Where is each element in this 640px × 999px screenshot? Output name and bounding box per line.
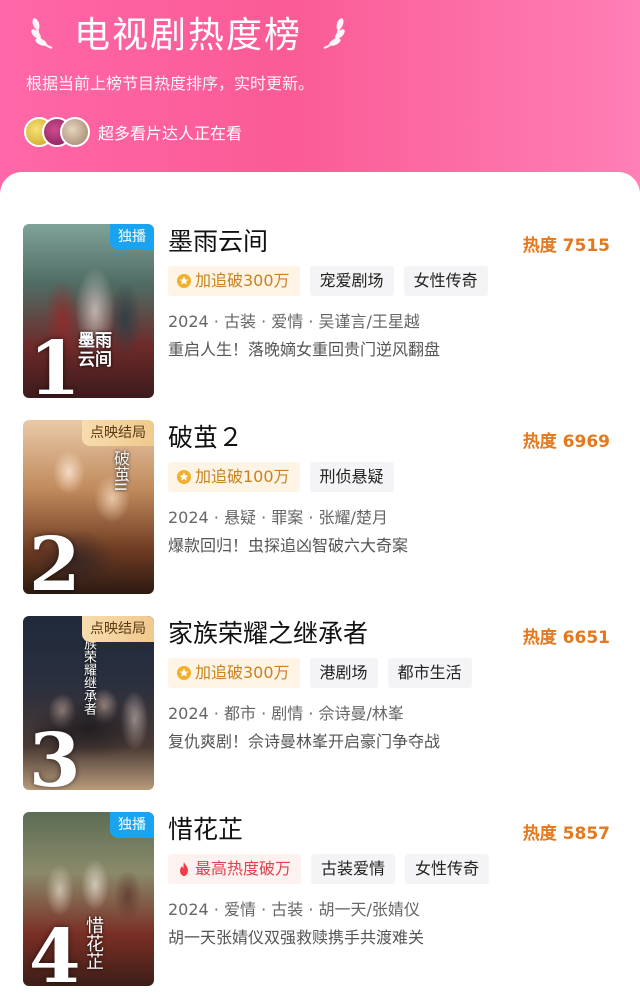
follow-tag-label: 加追破300万	[195, 271, 290, 290]
heat-score: 热度 6969	[522, 432, 610, 452]
avatar	[60, 117, 90, 147]
list-item[interactable]: 破茧II 2 点映结局 破茧２ 热度 6969 加追破100万 刑侦悬疑 202…	[0, 420, 640, 598]
category-tag[interactable]: 女性传奇	[403, 266, 488, 296]
viewers-text: 超多看片达人正在看	[98, 124, 243, 143]
list-item[interactable]: 墨雨云间 1 独播 墨雨云间 热度 7515 加追破300万 宠爱剧场 女性传奇…	[0, 224, 640, 402]
rank-number: 4	[29, 914, 81, 986]
category-tag[interactable]: 都市生活	[387, 658, 472, 688]
tag-row: 加追破300万 港剧场 都市生活	[168, 658, 472, 688]
exclusive-badge: 独播	[110, 812, 154, 838]
heat-score: 热度 6651	[522, 628, 610, 648]
rank-number: 3	[29, 718, 81, 790]
follow-tag-label: 加追破300万	[195, 663, 290, 682]
category-tag[interactable]: 宠爱剧场	[309, 266, 394, 296]
laurel-left-icon	[31, 18, 53, 49]
category-tag[interactable]: 女性传奇	[405, 854, 490, 884]
show-title[interactable]: 墨雨云间	[168, 226, 268, 258]
poster-image[interactable]: 破茧II 2 点映结局	[23, 420, 154, 594]
show-description: 胡一天张婧仪双强救赎携手共渡难关	[168, 928, 425, 947]
poster-caption: 破茧II	[111, 450, 130, 492]
list-item[interactable]: 家族荣耀继承者 3 点映结局 家族荣耀之继承者 热度 6651 加追破300万 …	[0, 616, 640, 794]
show-description: 复仇爽剧！佘诗曼林峯开启豪门争夺战	[168, 732, 441, 751]
rank-number: 1	[29, 326, 81, 398]
follow-tag[interactable]: 加追破100万	[168, 462, 300, 492]
exclusive-badge: 独播	[110, 224, 154, 250]
show-meta: 2024 · 爱情 · 古装 · 胡一天/张婧仪	[168, 900, 420, 919]
tag-row: 加追破300万 宠爱剧场 女性传奇	[168, 266, 488, 296]
viewer-avatars	[24, 117, 96, 147]
hot-tag-label: 最高热度破万	[195, 859, 292, 878]
show-meta: 2024 · 悬疑 · 罪案 · 张耀/楚月	[168, 508, 388, 527]
show-title[interactable]: 破茧２	[168, 422, 243, 454]
heat-score: 热度 5857	[522, 824, 610, 844]
show-title[interactable]: 家族荣耀之继承者	[168, 618, 368, 650]
rank-number: 2	[29, 522, 81, 594]
star-coin-icon	[177, 470, 191, 484]
flame-icon	[180, 862, 188, 876]
header-title-row: 电视剧热度榜	[30, 6, 346, 58]
poster-image[interactable]: 惜花芷 4 独播	[23, 812, 154, 986]
star-coin-icon	[177, 274, 191, 288]
tag-row: 最高热度破万 古装爱情 女性传奇	[168, 854, 490, 884]
follow-tag[interactable]: 加追破300万	[168, 658, 300, 688]
viewers-row: 超多看片达人正在看	[24, 116, 242, 148]
follow-tag[interactable]: 加追破300万	[168, 266, 300, 296]
finale-badge: 点映结局	[82, 420, 154, 446]
header-banner: 电视剧热度榜 根据当前上榜节目热度排序，实时更新。 超多看片达人正在看	[0, 0, 640, 200]
heat-score: 热度 7515	[522, 236, 610, 256]
follow-tag-label: 加追破100万	[195, 467, 290, 486]
hot-tag[interactable]: 最高热度破万	[168, 854, 302, 884]
tag-row: 加追破100万 刑侦悬疑	[168, 462, 394, 492]
show-description: 重启人生！落晚嫡女重回贵门逆风翻盘	[168, 340, 441, 359]
show-meta: 2024 · 古装 · 爱情 · 吴谨言/王星越	[168, 312, 420, 331]
show-description: 爆款回归！虫探追凶智破六大奇案	[168, 536, 409, 555]
category-tag[interactable]: 港剧场	[309, 658, 378, 688]
list-item[interactable]: 惜花芷 4 独播 惜花芷 热度 5857 最高热度破万 古装爱情 女性传奇 20…	[0, 812, 640, 990]
finale-badge: 点映结局	[82, 616, 154, 642]
page-subtitle: 根据当前上榜节目热度排序，实时更新。	[26, 74, 315, 93]
poster-image[interactable]: 家族荣耀继承者 3 点映结局	[23, 616, 154, 790]
category-tag[interactable]: 古装爱情	[311, 854, 396, 884]
show-title[interactable]: 惜花芷	[168, 814, 243, 846]
page-title: 电视剧热度榜	[74, 15, 303, 56]
laurel-right-icon	[323, 18, 345, 49]
poster-image[interactable]: 墨雨云间 1 独播	[23, 224, 154, 398]
star-coin-icon	[177, 666, 191, 680]
poster-caption: 惜花芷	[83, 916, 104, 970]
category-tag[interactable]: 刑侦悬疑	[309, 462, 394, 492]
show-meta: 2024 · 都市 · 剧情 · 佘诗曼/林峯	[168, 704, 404, 723]
ranking-list: 墨雨云间 1 独播 墨雨云间 热度 7515 加追破300万 宠爱剧场 女性传奇…	[0, 172, 640, 999]
